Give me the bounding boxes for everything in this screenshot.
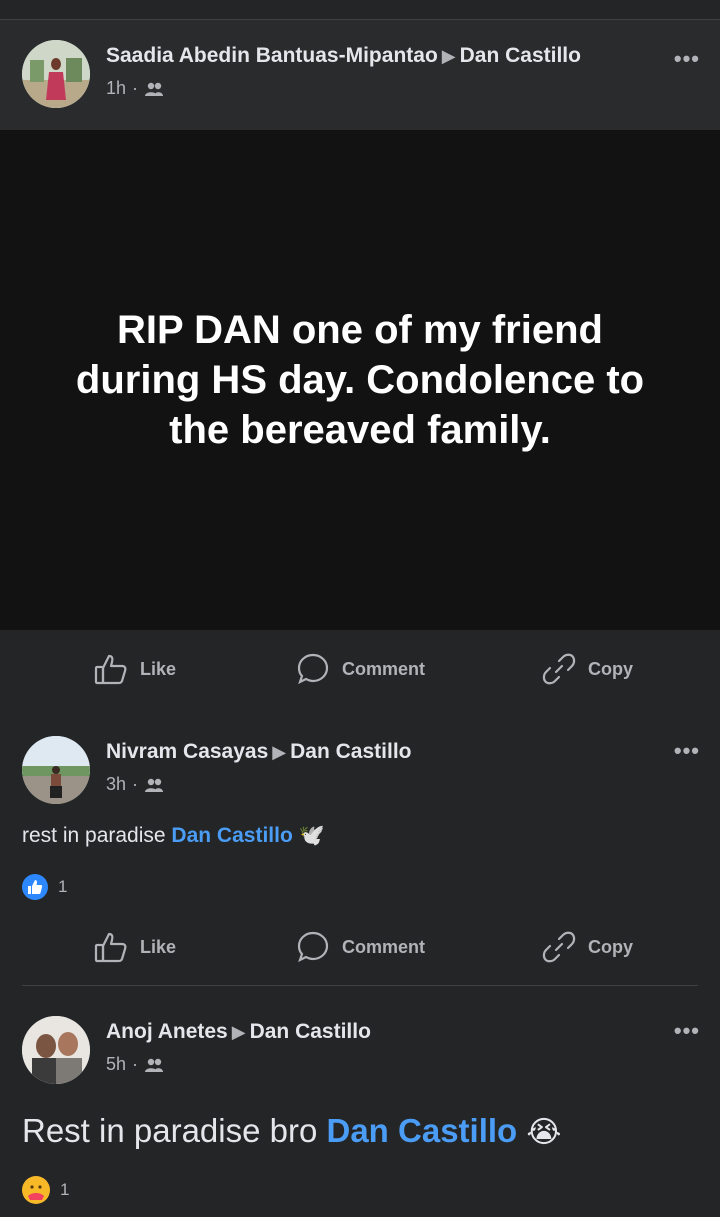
post-1: Saadia Abedin Bantuas-Mipantao ▶ Dan Casti… xyxy=(0,20,720,709)
copy-button[interactable]: Copy xyxy=(542,930,633,964)
comment-button[interactable]: Comment xyxy=(296,652,425,686)
reaction-summary[interactable]: 1 xyxy=(22,1176,69,1204)
post-author-line: Saadia Abedin Bantuas-Mipantao ▶ Dan Casti… xyxy=(106,44,581,68)
copy-label: Copy xyxy=(588,936,633,957)
like-button[interactable]: Like xyxy=(94,652,176,686)
meta-separator: · xyxy=(132,1054,139,1074)
friends-icon xyxy=(145,1058,164,1072)
post-author-line: Anoj Anetes ▶ Dan Castillo xyxy=(106,1020,371,1044)
comment-label: Comment xyxy=(342,936,426,957)
meta-separator: · xyxy=(132,774,139,794)
target-name[interactable]: Dan Castillo xyxy=(460,44,581,67)
post-meta: 1h · xyxy=(106,78,164,99)
post-header: Nivram Casayas ▶ Dan Castillo 3h · ••• xyxy=(0,706,720,816)
status-background: RIP DAN one of my friend during HS day. … xyxy=(0,130,720,630)
link-icon xyxy=(542,653,576,685)
arrow-right-icon: ▶ xyxy=(441,46,456,66)
comment-label: Comment xyxy=(342,658,426,679)
copy-button[interactable]: Copy xyxy=(542,652,633,686)
thumbs-up-icon xyxy=(94,932,127,963)
post-2: Nivram Casayas ▶ Dan Castillo 3h · ••• res… xyxy=(0,706,720,986)
author-name[interactable]: Nivram Casayas xyxy=(106,740,268,763)
crying-face-emoji: 😭 xyxy=(526,1116,562,1149)
comment-button[interactable]: Comment xyxy=(296,930,425,964)
care-reaction-icon xyxy=(22,1176,50,1204)
post-time[interactable]: 3h xyxy=(106,774,126,795)
post-text-body: rest in paradise xyxy=(22,824,166,847)
post-text: rest in paradise Dan Castillo 🕊️ xyxy=(22,824,325,848)
post-time[interactable]: 5h xyxy=(106,1054,126,1075)
status-text: RIP DAN one of my friend during HS day. … xyxy=(75,308,645,452)
post-text: Rest in paradise bro Dan Castillo 😭 xyxy=(22,1112,561,1150)
more-icon[interactable]: ••• xyxy=(674,46,700,72)
reaction-count: 1 xyxy=(60,1180,70,1199)
post-header: Anoj Anetes ▶ Dan Castillo 5h · ••• xyxy=(0,986,720,1096)
comment-icon xyxy=(297,653,329,685)
post-text-body: Rest in paradise bro xyxy=(22,1112,318,1149)
post-time[interactable]: 1h xyxy=(106,78,126,99)
arrow-right-icon: ▶ xyxy=(231,1022,246,1042)
author-name[interactable]: Anoj Anetes xyxy=(106,1020,228,1043)
post-header: Saadia Abedin Bantuas-Mipantao ▶ Dan Casti… xyxy=(0,20,720,130)
reaction-count: 1 xyxy=(58,877,68,896)
target-name[interactable]: Dan Castillo xyxy=(290,740,411,763)
avatar[interactable] xyxy=(22,40,90,108)
copy-label: Copy xyxy=(588,658,633,679)
tagged-user[interactable]: Dan Castillo xyxy=(171,824,292,847)
friends-icon xyxy=(145,82,164,96)
post-meta: 5h · xyxy=(106,1054,164,1075)
avatar[interactable] xyxy=(22,736,90,804)
more-icon[interactable]: ••• xyxy=(674,1018,700,1044)
arrow-right-icon: ▶ xyxy=(272,742,287,762)
target-name[interactable]: Dan Castillo xyxy=(250,1020,371,1043)
post-actions: Like Comment Copy xyxy=(0,908,720,986)
post-author-line: Nivram Casayas ▶ Dan Castillo xyxy=(106,740,411,764)
tagged-user[interactable]: Dan Castillo xyxy=(327,1112,518,1149)
thumbs-up-icon xyxy=(94,654,127,685)
dove-emoji: 🕊️ xyxy=(298,824,325,847)
like-button[interactable]: Like xyxy=(94,930,176,964)
post-3: Anoj Anetes ▶ Dan Castillo 5h · ••• Rest i… xyxy=(0,986,720,1217)
link-icon xyxy=(542,931,576,963)
friends-icon xyxy=(145,778,164,792)
post-meta: 3h · xyxy=(106,774,164,795)
top-bar xyxy=(0,0,720,20)
meta-separator: · xyxy=(132,78,139,98)
like-label: Like xyxy=(140,936,177,957)
comment-icon xyxy=(297,931,329,963)
like-reaction-icon xyxy=(22,874,48,900)
author-name[interactable]: Saadia Abedin Bantuas-Mipantao xyxy=(106,44,438,67)
more-icon[interactable]: ••• xyxy=(674,738,700,764)
avatar[interactable] xyxy=(22,1016,90,1084)
reaction-summary[interactable]: 1 xyxy=(22,874,67,900)
like-label: Like xyxy=(140,658,177,679)
post-actions: Like Comment Copy xyxy=(0,630,720,708)
